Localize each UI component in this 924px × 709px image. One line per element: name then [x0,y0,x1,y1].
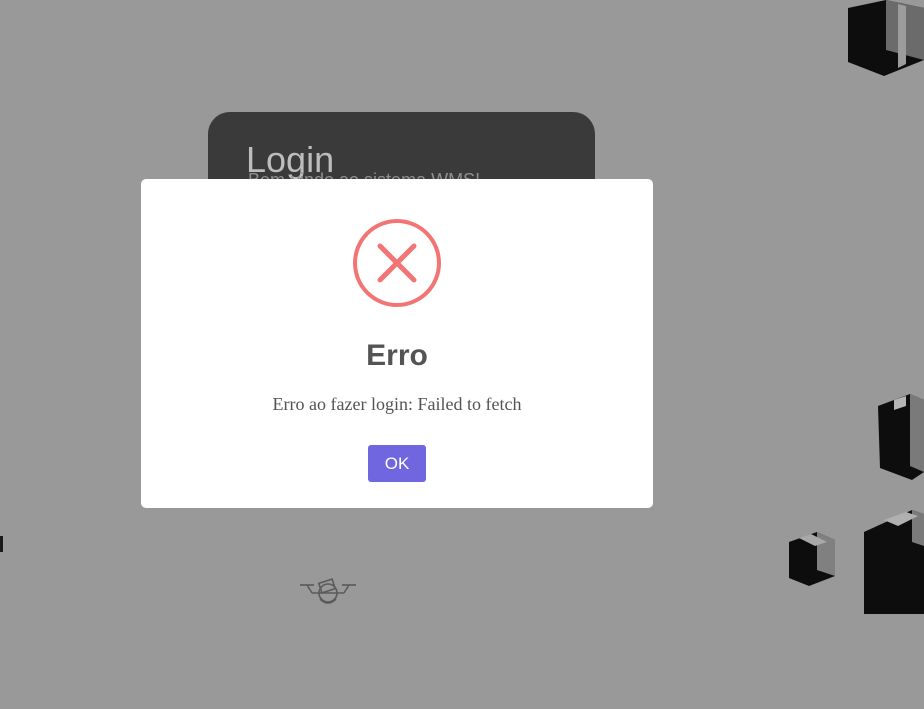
dialog-title: Erro [366,339,428,372]
box-decoration-icon [0,536,3,552]
dialog-message: Erro ao fazer login: Failed to fetch [272,394,522,414]
box-decoration-icon [789,532,835,586]
box-decoration-icon [864,510,924,614]
error-dialog: Erro Erro ao fazer login: Failed to fetc… [141,179,653,508]
box-decoration-icon [848,0,924,76]
error-x-icon [353,219,441,307]
footer-brand [298,575,558,611]
ok-button[interactable]: OK [368,445,426,482]
box-decoration-icon [878,394,924,480]
drone-logo-icon [300,578,356,604]
